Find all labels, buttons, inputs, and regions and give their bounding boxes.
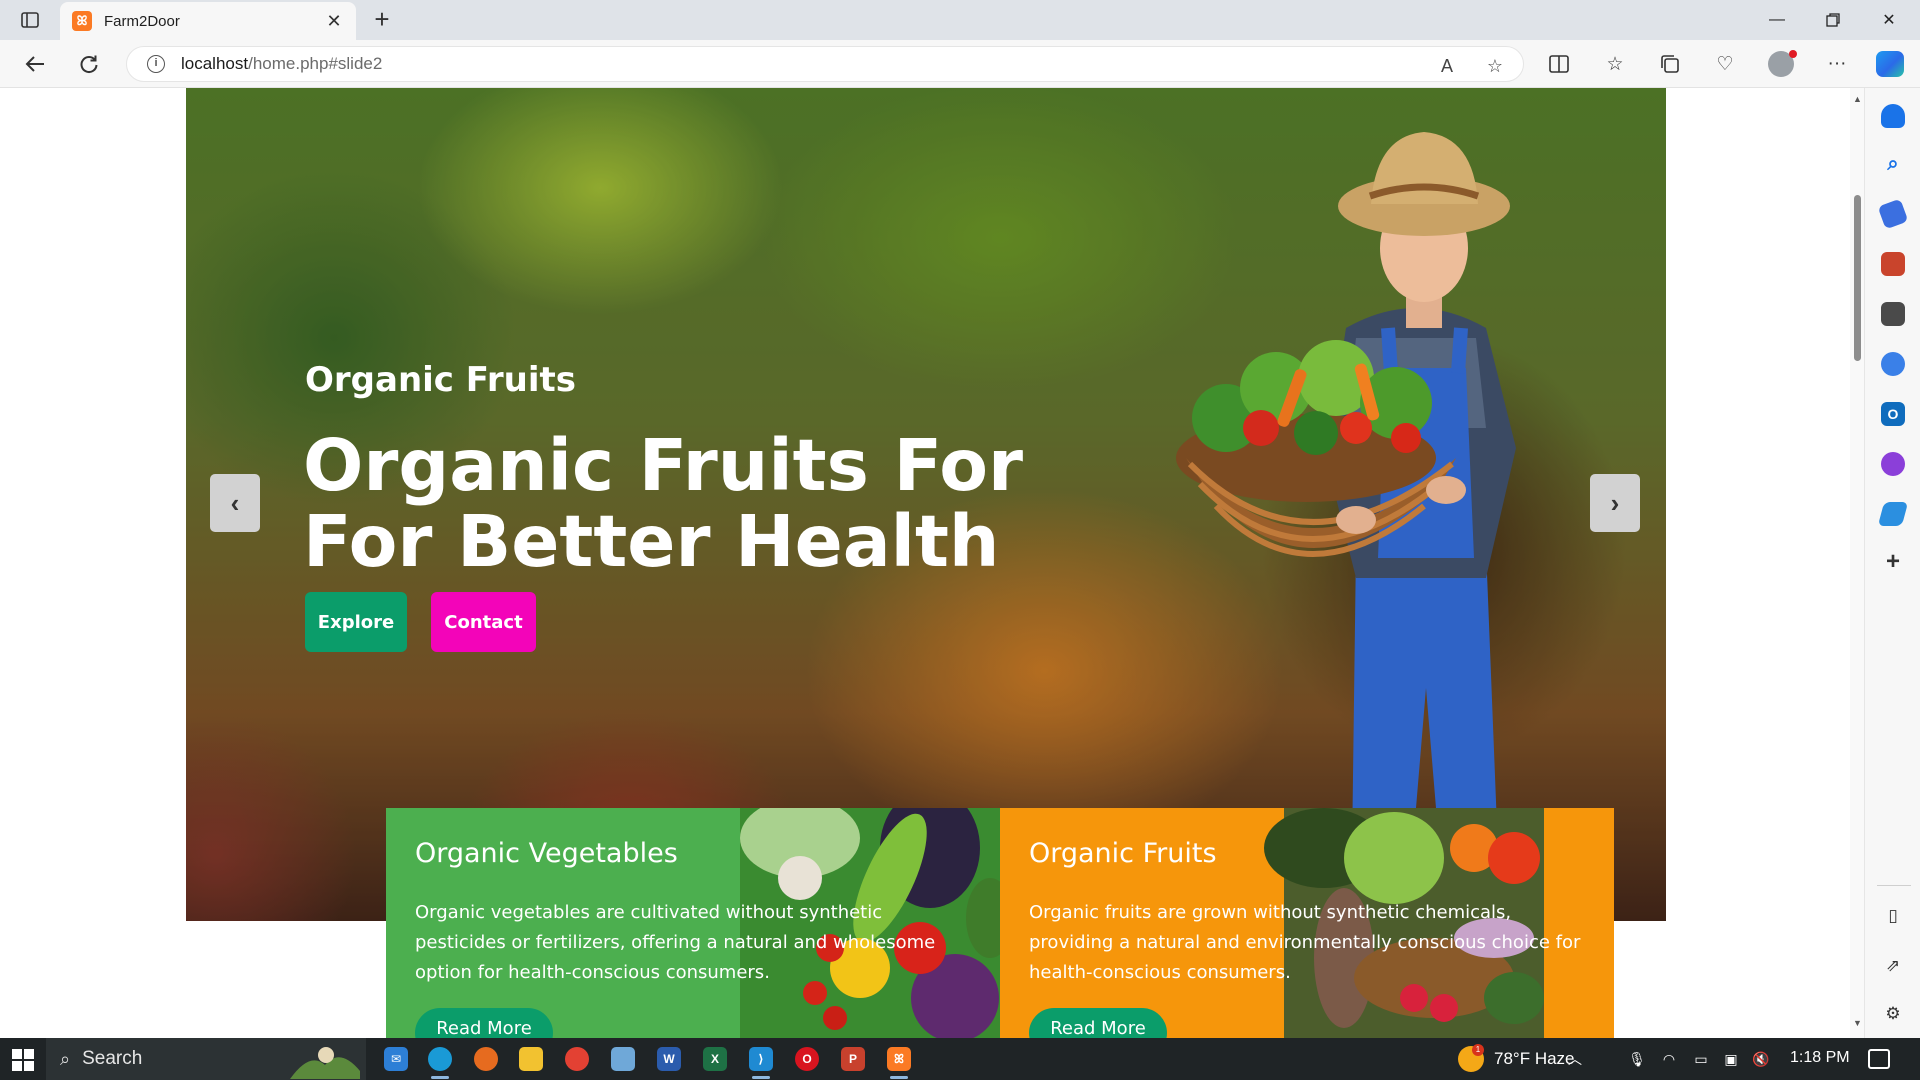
explore-button[interactable]: Explore [305, 592, 407, 652]
scroll-down-arrow-icon[interactable]: ▼ [1853, 1018, 1862, 1028]
taskbar-search[interactable]: ⌕ Search [46, 1038, 366, 1080]
search-label: Search [82, 1048, 143, 1069]
weather-text[interactable]: 78°F Haze [1494, 1049, 1575, 1069]
hero-subtitle: Organic Fruits [305, 360, 576, 400]
tab-bar: ꕤ Farm2Door ✕ + — ✕ [0, 0, 1920, 40]
refresh-button[interactable] [72, 48, 106, 80]
farmer-with-basket-image [1176, 132, 1516, 921]
card-text: Organic fruits are grown without synthet… [1029, 902, 1581, 983]
word-app-icon[interactable]: W [657, 1047, 681, 1071]
sidebar-divider [1877, 885, 1911, 886]
carousel-next-button[interactable]: › [1590, 474, 1640, 532]
read-more-button[interactable]: Read More [415, 1008, 553, 1038]
restore-button[interactable] [1810, 4, 1856, 36]
hide-sidebar-icon[interactable]: ▯ [1881, 904, 1905, 928]
url-path: /home.php#slide2 [248, 54, 383, 73]
search-highlight-icon [290, 1047, 360, 1079]
organic-fruits-card: Organic Fruits Organic fruits are grown … [1000, 808, 1614, 1038]
battery-icon[interactable]: ▭ [1692, 1050, 1710, 1068]
url-field[interactable]: i localhost /home.php#slide2 A ☆ [126, 46, 1524, 82]
search-icon: ⌕ [60, 1048, 71, 1069]
chrome-app-icon[interactable] [565, 1047, 589, 1071]
address-bar: i localhost /home.php#slide2 A ☆ ☆ ♡ ··· [0, 40, 1920, 88]
tab-actions-icon[interactable] [14, 8, 46, 32]
favorite-star-icon[interactable]: ☆ [1483, 55, 1507, 77]
open-external-icon[interactable]: ⇗ [1881, 954, 1905, 978]
display-icon[interactable]: ▣ [1722, 1050, 1740, 1068]
contact-button[interactable]: Contact [431, 592, 536, 652]
minimize-button[interactable]: — [1754, 4, 1800, 36]
shopping-tag-icon[interactable] [1877, 198, 1909, 230]
close-tab-icon[interactable]: ✕ [324, 11, 344, 32]
active-tab[interactable]: ꕤ Farm2Door ✕ [60, 2, 356, 40]
xampp-app-icon[interactable]: ꕤ [887, 1047, 911, 1071]
vscode-app-icon[interactable]: ⟩ [749, 1047, 773, 1071]
file-explorer-icon[interactable] [519, 1047, 543, 1071]
carousel-prev-button[interactable]: ‹ [210, 474, 260, 532]
firefox-app-icon[interactable] [474, 1047, 498, 1071]
organic-vegetables-card: Organic Vegetables Organic vegetables ar… [386, 808, 1000, 1038]
split-screen-icon[interactable] [1544, 50, 1574, 78]
collections-icon[interactable] [1655, 50, 1685, 78]
read-aloud-icon[interactable]: A [1435, 55, 1459, 77]
xampp-active-indicator [890, 1076, 908, 1079]
vscode-active-indicator [752, 1076, 770, 1079]
volume-muted-icon[interactable]: 🔇 [1752, 1050, 1770, 1068]
designer-icon[interactable] [1881, 452, 1905, 476]
notification-center-icon[interactable] [1868, 1049, 1890, 1069]
clock[interactable]: 1:18 PM [1790, 1049, 1850, 1067]
drop-icon[interactable] [1877, 502, 1909, 526]
edge-active-indicator [431, 1076, 449, 1079]
windows-taskbar: ⌕ Search ✉ W X ⟩ O P ꕤ 1 78°F Haze ︿ 🎙 ◠… [0, 1038, 1920, 1080]
scroll-thumb[interactable] [1854, 195, 1861, 361]
excel-app-icon[interactable]: X [703, 1047, 727, 1071]
close-window-button[interactable]: ✕ [1866, 4, 1912, 36]
tools-icon[interactable] [1881, 252, 1905, 276]
opera-app-icon[interactable]: O [795, 1047, 819, 1071]
page-viewport: ‹ › Organic Fruits Organic Fruits For Fo… [0, 88, 1850, 1038]
games-icon[interactable] [1881, 302, 1905, 326]
profile-notification-dot [1789, 50, 1797, 58]
back-button[interactable] [18, 48, 52, 80]
microsoft-365-icon[interactable] [1881, 352, 1905, 376]
card-text: Organic vegetables are cultivated withou… [415, 902, 936, 983]
page-scrollbar[interactable]: ▲ ▼ [1850, 88, 1864, 1038]
mail-app-icon[interactable]: ✉ [384, 1047, 408, 1071]
settings-gear-icon[interactable]: ⚙ [1881, 1002, 1905, 1026]
read-more-button[interactable]: Read More [1029, 1008, 1167, 1038]
new-tab-button[interactable]: + [368, 6, 396, 34]
card-title: Organic Vegetables [415, 838, 678, 869]
notifications-bell-icon[interactable] [1881, 104, 1905, 128]
xampp-icon: ꕤ [72, 11, 92, 31]
copilot-icon[interactable] [1876, 51, 1904, 77]
add-sidebar-app-icon[interactable]: + [1881, 548, 1905, 575]
weather-badge: 1 [1472, 1044, 1484, 1056]
card-title: Organic Fruits [1029, 838, 1217, 869]
outlook-icon[interactable]: O [1881, 402, 1905, 426]
browser-essentials-icon[interactable]: ♡ [1710, 50, 1740, 78]
edge-sidebar: ⌕ O + ▯ ⇗ ⚙ [1864, 88, 1920, 1038]
site-info-icon[interactable]: i [147, 55, 165, 73]
powerpoint-app-icon[interactable]: P [841, 1047, 865, 1071]
notepad-app-icon[interactable] [611, 1047, 635, 1071]
windows-start-icon[interactable] [12, 1049, 34, 1071]
favorites-icon[interactable]: ☆ [1600, 50, 1630, 78]
hero-title: Organic Fruits For For Better Health [303, 424, 1023, 583]
url-host: localhost [181, 54, 249, 73]
wifi-icon[interactable]: ◠ [1660, 1050, 1678, 1068]
microphone-icon[interactable]: 🎙 [1628, 1050, 1646, 1068]
tab-title: Farm2Door [104, 12, 180, 30]
scroll-up-arrow-icon[interactable]: ▲ [1853, 94, 1862, 104]
edge-app-icon[interactable] [428, 1047, 452, 1071]
search-icon[interactable]: ⌕ [1881, 152, 1905, 176]
show-hidden-icons-chevron-icon[interactable]: ︿ [1566, 1050, 1584, 1068]
more-options-icon[interactable]: ··· [1822, 50, 1852, 78]
